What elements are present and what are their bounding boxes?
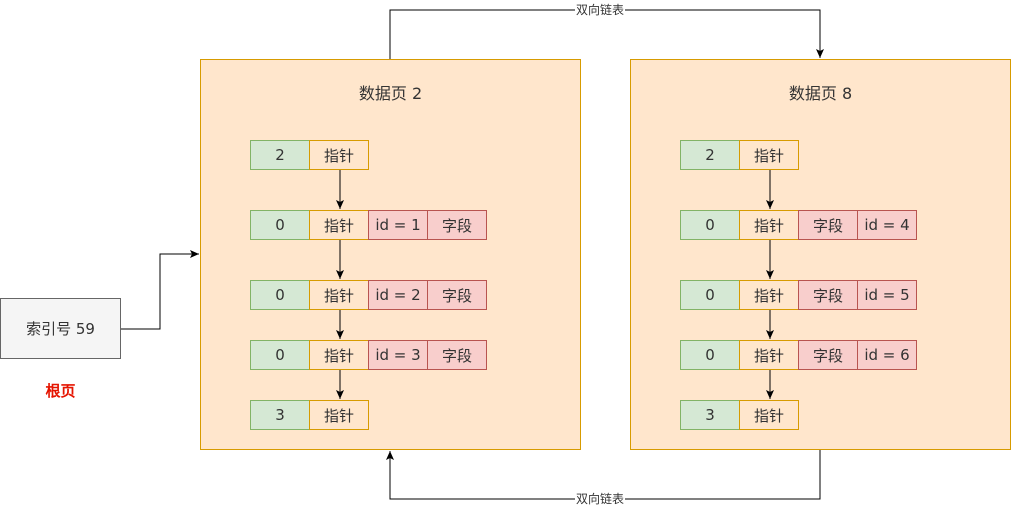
data-page-8: 数据页 8 <box>630 59 1011 450</box>
root-to-page-arrow <box>121 250 199 330</box>
record-field-cell: 字段 <box>427 210 487 240</box>
top-link-arrow <box>389 9 824 59</box>
record-header-cell: 0 <box>250 280 310 310</box>
record-header-cell: 0 <box>250 210 310 240</box>
record-header-cell: 3 <box>680 400 740 430</box>
record-row: 0 指针 id = 1 字段 <box>250 210 487 240</box>
record-field-cell: 字段 <box>798 210 858 240</box>
page-title: 数据页 2 <box>358 84 423 103</box>
record-id-cell: id = 6 <box>857 340 917 370</box>
record-field-cell: 字段 <box>427 340 487 370</box>
record-pointer-cell: 指针 <box>309 210 369 240</box>
record-id-cell: id = 2 <box>368 280 428 310</box>
record-pointer-cell: 指针 <box>739 340 799 370</box>
record-header-cell: 0 <box>680 280 740 310</box>
data-page-2: 数据页 2 <box>200 59 581 450</box>
record-pointer-cell: 指针 <box>739 140 799 170</box>
record-row: 0 指针 字段 id = 6 <box>680 340 917 370</box>
root-index-label: 索引号 59 <box>26 320 95 338</box>
bottom-link-label: 双向链表 <box>575 492 626 506</box>
record-row: 0 指针 id = 3 字段 <box>250 340 487 370</box>
record-row: 0 指针 id = 2 字段 <box>250 280 487 310</box>
record-header-cell: 0 <box>680 210 740 240</box>
record-id-cell: id = 4 <box>857 210 917 240</box>
record-id-cell: id = 5 <box>857 280 917 310</box>
record-id-cell: id = 1 <box>368 210 428 240</box>
record-row: 2 指针 <box>680 140 799 170</box>
record-header-cell: 0 <box>680 340 740 370</box>
record-header-cell: 2 <box>680 140 740 170</box>
record-field-cell: 字段 <box>798 280 858 310</box>
record-header-cell: 3 <box>250 400 310 430</box>
record-pointer-cell: 指针 <box>739 210 799 240</box>
record-pointer-cell: 指针 <box>309 400 369 430</box>
record-pointer-cell: 指针 <box>739 400 799 430</box>
record-id-cell: id = 3 <box>368 340 428 370</box>
record-pointer-cell: 指针 <box>739 280 799 310</box>
record-header-cell: 0 <box>250 340 310 370</box>
record-row: 3 指针 <box>680 400 799 430</box>
record-field-cell: 字段 <box>798 340 858 370</box>
record-row: 3 指针 <box>250 400 369 430</box>
record-row: 0 指针 字段 id = 4 <box>680 210 917 240</box>
root-page-caption: 根页 <box>45 382 76 400</box>
record-field-cell: 字段 <box>427 280 487 310</box>
record-pointer-cell: 指针 <box>309 140 369 170</box>
record-pointer-cell: 指针 <box>309 280 369 310</box>
record-row: 2 指针 <box>250 140 369 170</box>
root-index-node: 索引号 59 <box>0 298 121 359</box>
page-title: 数据页 8 <box>788 84 853 103</box>
record-pointer-cell: 指针 <box>309 340 369 370</box>
record-header-cell: 2 <box>250 140 310 170</box>
record-row: 0 指针 字段 id = 5 <box>680 280 917 310</box>
top-link-label: 双向链表 <box>575 3 626 17</box>
